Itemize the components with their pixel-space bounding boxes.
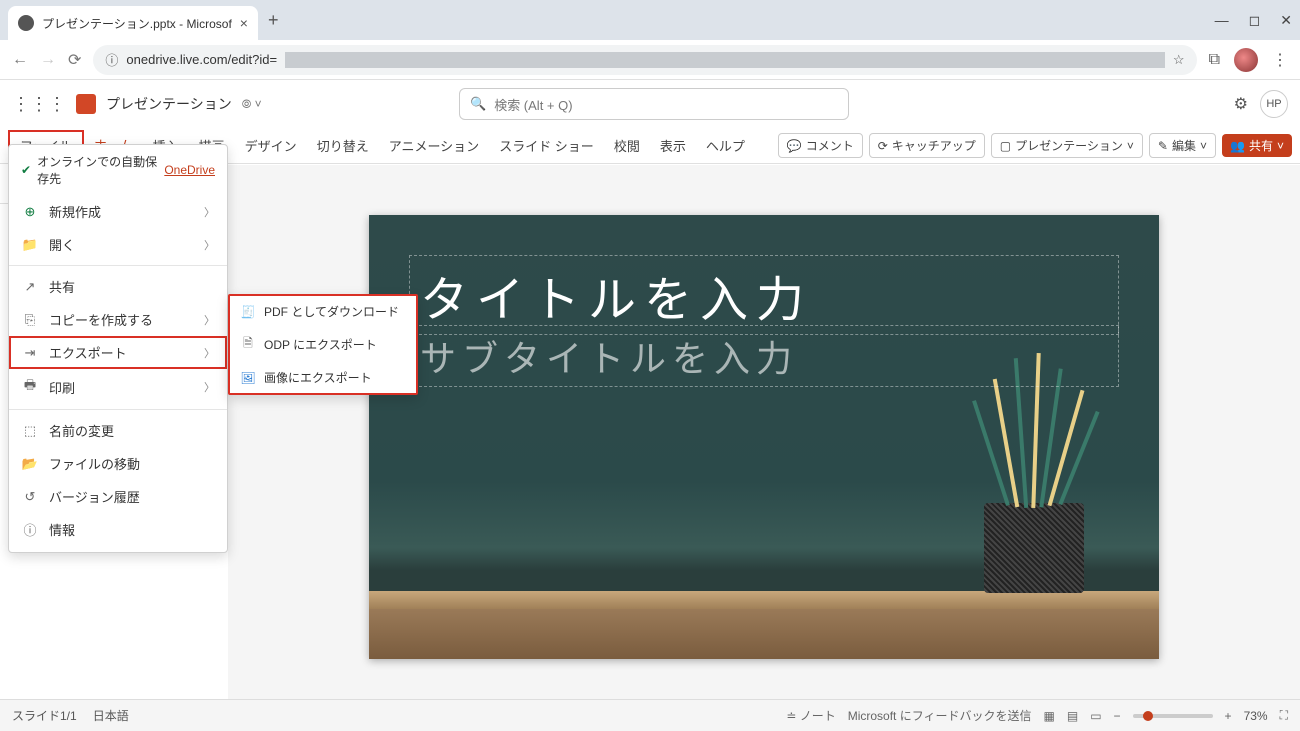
history-icon: ↺ — [21, 489, 39, 505]
tab-design[interactable]: デザイン — [235, 130, 307, 161]
tab-title: プレゼンテーション.pptx - Microsof — [42, 15, 232, 32]
autosave-status: ✔ オンラインでの自動保存先 OneDrive — [9, 145, 227, 195]
slide-counter[interactable]: スライド1/1 — [12, 707, 77, 724]
tab-slideshow[interactable]: スライド ショー — [489, 130, 604, 161]
reading-view-icon[interactable]: ▭ — [1090, 709, 1101, 723]
share-icon: ↗ — [21, 279, 39, 295]
extensions-icon[interactable]: ⧉ — [1209, 51, 1220, 69]
export-submenu: 🧾 PDF としてダウンロード 🗎 ODP にエクスポート 🖼 画像にエクスポー… — [228, 294, 418, 395]
pdf-icon: 🧾 — [240, 305, 256, 319]
browser-tab-strip: プレゼンテーション.pptx - Microsof × + — ◻ ✕ — [0, 0, 1300, 40]
slide-canvas-area: タイトルを入力 サブタイトルを入力 — [228, 165, 1300, 699]
file-menu-share[interactable]: ↗ 共有 — [9, 270, 227, 303]
powerpoint-logo-icon — [76, 94, 96, 114]
export-pdf[interactable]: 🧾 PDF としてダウンロード — [230, 296, 416, 327]
sorter-view-icon[interactable]: ▤ — [1067, 709, 1078, 723]
odp-icon: 🗎 — [240, 334, 256, 355]
file-menu-print[interactable]: 🖶 印刷〉 — [9, 369, 227, 405]
zoom-slider[interactable] — [1133, 714, 1213, 718]
window-controls: — ◻ ✕ — [1215, 12, 1292, 29]
site-info-icon[interactable]: ⓘ — [105, 50, 118, 69]
file-menu: ✔ オンラインでの自動保存先 OneDrive ⊕ 新規作成〉 📁 開く〉 ↗ … — [8, 144, 228, 553]
browser-menu-icon[interactable]: ⋮ — [1272, 50, 1288, 70]
rename-icon: ⬚ — [21, 423, 39, 439]
slide-bg-pencils — [969, 423, 1099, 593]
url-hidden-part — [285, 52, 1165, 68]
settings-gear-icon[interactable]: ⚙ — [1234, 94, 1248, 114]
profile-avatar-icon[interactable] — [1234, 48, 1258, 72]
language-label[interactable]: 日本語 — [93, 707, 129, 724]
file-menu-version-history[interactable]: ↺ バージョン履歴 — [9, 480, 227, 513]
tab-close-icon[interactable]: × — [240, 15, 248, 31]
url-text: onedrive.live.com/edit?id= — [126, 52, 277, 67]
status-bar: スライド1/1 日本語 ≐ ノート Microsoft にフィードバックを送信 … — [0, 699, 1300, 731]
search-placeholder: 検索 (Alt + Q) — [494, 95, 572, 114]
reload-icon[interactable]: ⟳ — [68, 50, 81, 70]
maximize-icon[interactable]: ◻ — [1249, 12, 1261, 29]
browser-address-bar-row: ← → ⟳ ⓘ onedrive.live.com/edit?id= ☆ ⧉ ⋮ — [0, 40, 1300, 80]
info-icon: ⓘ — [21, 520, 39, 539]
file-menu-export[interactable]: ⇥ エクスポート〉 — [9, 336, 227, 369]
plus-circle-icon: ⊕ — [21, 204, 39, 220]
normal-view-icon[interactable]: ▦ — [1044, 709, 1055, 723]
file-menu-new[interactable]: ⊕ 新規作成〉 — [9, 195, 227, 228]
present-button[interactable]: ▢ プレゼンテーション ˅ — [991, 133, 1143, 158]
export-image[interactable]: 🖼 画像にエクスポート — [230, 362, 416, 393]
tab-favicon — [18, 15, 34, 31]
export-icon: ⇥ — [21, 345, 39, 361]
browser-tab[interactable]: プレゼンテーション.pptx - Microsof × — [8, 6, 258, 40]
tab-review[interactable]: 校閲 — [604, 130, 650, 161]
slide-subtitle-placeholder[interactable]: サブタイトルを入力 — [409, 325, 1119, 387]
address-bar[interactable]: ⓘ onedrive.live.com/edit?id= ☆ — [93, 45, 1196, 75]
zoom-out-icon[interactable]: − — [1114, 709, 1121, 723]
search-box[interactable]: 🔍 検索 (Alt + Q) — [459, 88, 849, 120]
export-odp[interactable]: 🗎 ODP にエクスポート — [230, 327, 416, 362]
notes-toggle[interactable]: ≐ ノート — [786, 707, 835, 724]
file-menu-move[interactable]: 📂 ファイルの移動 — [9, 447, 227, 480]
zoom-level[interactable]: 73% — [1244, 709, 1268, 723]
autosave-icon: ✔ — [21, 163, 31, 177]
new-tab-button[interactable]: + — [268, 10, 279, 31]
folder-icon: 📁 — [21, 237, 39, 253]
file-menu-copy[interactable]: ⎘ コピーを作成する〉 — [9, 303, 227, 336]
tab-animations[interactable]: アニメーション — [379, 130, 489, 161]
tab-transitions[interactable]: 切り替え — [307, 130, 379, 161]
slide-bg-shelf — [369, 591, 1159, 609]
close-window-icon[interactable]: ✕ — [1280, 12, 1292, 29]
file-menu-open[interactable]: 📁 開く〉 — [9, 228, 227, 261]
minimize-icon[interactable]: — — [1215, 12, 1229, 29]
feedback-link[interactable]: Microsoft にフィードバックを送信 — [848, 707, 1032, 724]
comment-button[interactable]: 💬 コメント — [778, 133, 863, 158]
copy-icon: ⎘ — [21, 312, 39, 328]
back-icon[interactable]: ← — [12, 51, 28, 69]
slide-title-placeholder[interactable]: タイトルを入力 — [409, 255, 1119, 335]
search-icon: 🔍 — [470, 96, 486, 112]
slide-preview[interactable]: タイトルを入力 サブタイトルを入力 — [369, 215, 1159, 659]
file-menu-info[interactable]: ⓘ 情報 — [9, 513, 227, 546]
print-icon: 🖶 — [21, 376, 39, 398]
onedrive-link[interactable]: OneDrive — [164, 163, 215, 177]
tab-view[interactable]: 表示 — [650, 130, 696, 161]
sensitivity-icon[interactable]: ⦾ ˅ — [242, 97, 262, 112]
bookmark-star-icon[interactable]: ☆ — [1173, 52, 1185, 68]
fit-to-window-icon[interactable]: ⛶ — [1280, 708, 1288, 723]
tab-help[interactable]: ヘルプ — [696, 130, 755, 161]
image-export-icon: 🖼 — [240, 371, 256, 385]
forward-icon[interactable]: → — [40, 51, 56, 69]
file-menu-rename[interactable]: ⬚ 名前の変更 — [9, 414, 227, 447]
slide-bg-floor — [369, 609, 1159, 659]
app-header: ⋮⋮⋮ プレゼンテーション ⦾ ˅ 🔍 検索 (Alt + Q) ⚙ HP — [0, 80, 1300, 128]
share-button[interactable]: 👥 共有 ˅ — [1222, 134, 1292, 157]
zoom-in-icon[interactable]: + — [1225, 709, 1232, 723]
document-name[interactable]: プレゼンテーション — [106, 94, 232, 114]
catchup-button[interactable]: ⟳ キャッチアップ — [869, 133, 985, 158]
move-icon: 📂 — [21, 456, 39, 472]
user-avatar[interactable]: HP — [1260, 90, 1288, 118]
app-launcher-icon[interactable]: ⋮⋮⋮ — [12, 94, 66, 115]
edit-mode-button[interactable]: ✎ 編集 ˅ — [1149, 133, 1216, 158]
